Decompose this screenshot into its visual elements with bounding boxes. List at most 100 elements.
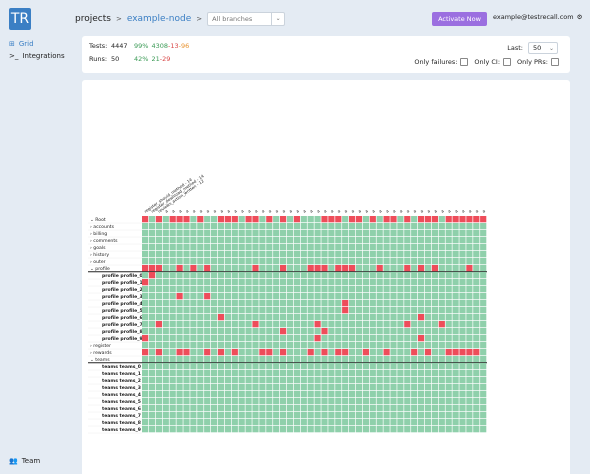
grid-cell-pass[interactable] (404, 356, 411, 363)
grid-cell-pass[interactable] (190, 370, 197, 377)
grid-cell-pass[interactable] (259, 370, 266, 377)
grid-cell-pass[interactable] (362, 300, 369, 307)
grid-cell-pass[interactable] (376, 363, 383, 370)
grid-cell-pass[interactable] (300, 419, 307, 426)
grid-cell-pass[interactable] (342, 251, 349, 258)
grid-cell-pass[interactable] (266, 293, 273, 300)
grid-cell-pass[interactable] (224, 251, 231, 258)
grid-cell-pass[interactable] (473, 223, 480, 230)
column-header[interactable]: a (357, 208, 362, 214)
grid-cell-pass[interactable] (369, 370, 376, 377)
grid-cell-pass[interactable] (300, 223, 307, 230)
grid-cell-pass[interactable] (307, 321, 314, 328)
grid-cell-pass[interactable] (197, 335, 204, 342)
grid-cell-fail[interactable] (445, 349, 452, 356)
grid-cell-pass[interactable] (169, 349, 176, 356)
grid-cell-pass[interactable] (321, 300, 328, 307)
grid-cell-pass[interactable] (349, 272, 356, 279)
grid-cell-pass[interactable] (473, 251, 480, 258)
grid-cell-pass[interactable] (197, 384, 204, 391)
grid-cell-pass[interactable] (300, 426, 307, 433)
grid-cell-fail[interactable] (349, 216, 356, 223)
grid-cell-pass[interactable] (300, 398, 307, 405)
grid-cell-pass[interactable] (342, 405, 349, 412)
grid-cell-pass[interactable] (404, 335, 411, 342)
grid-cell-pass[interactable] (438, 286, 445, 293)
grid-cell-pass[interactable] (286, 258, 294, 265)
grid-cell-pass[interactable] (245, 279, 252, 286)
group-row-label[interactable]: › history (90, 252, 109, 258)
test-row-label[interactable]: teams teams_3 (102, 385, 141, 391)
grid-cell-pass[interactable] (155, 293, 162, 300)
grid-cell-pass[interactable] (245, 377, 252, 384)
grid-cell-pass[interactable] (321, 426, 328, 433)
grid-cell-pass[interactable] (155, 391, 162, 398)
grid-cell-pass[interactable] (204, 391, 211, 398)
grid-cell-pass[interactable] (280, 314, 287, 321)
grid-cell-pass[interactable] (431, 356, 438, 363)
grid-cell-pass[interactable] (155, 307, 162, 314)
grid-cell-pass[interactable] (459, 370, 466, 377)
grid-cell-pass[interactable] (245, 349, 252, 356)
grid-cell-pass[interactable] (273, 216, 280, 223)
grid-cell-pass[interactable] (280, 391, 287, 398)
grid-cell-pass[interactable] (355, 286, 363, 293)
grid-cell-pass[interactable] (473, 279, 480, 286)
grid-cell-pass[interactable] (452, 391, 459, 398)
grid-cell-pass[interactable] (369, 237, 376, 244)
grid-cell-fail[interactable] (404, 321, 411, 328)
grid-cell-pass[interactable] (349, 419, 356, 426)
grid-cell-pass[interactable] (238, 251, 245, 258)
grid-cell-pass[interactable] (369, 356, 376, 363)
column-header[interactable]: a (281, 208, 286, 214)
grid-cell-pass[interactable] (266, 342, 273, 349)
grid-cell-pass[interactable] (190, 363, 197, 370)
grid-cell-pass[interactable] (238, 356, 245, 363)
grid-cell-pass[interactable] (169, 293, 176, 300)
grid-cell-pass[interactable] (411, 314, 418, 321)
grid-cell-fail[interactable] (266, 349, 273, 356)
grid-cell-pass[interactable] (273, 300, 280, 307)
grid-cell-pass[interactable] (321, 258, 328, 265)
grid-cell-pass[interactable] (390, 286, 397, 293)
grid-cell-pass[interactable] (418, 279, 425, 286)
grid-cell-pass[interactable] (266, 279, 273, 286)
grid-cell-pass[interactable] (397, 279, 404, 286)
grid-cell-pass[interactable] (376, 419, 383, 426)
grid-cell-pass[interactable] (183, 314, 190, 321)
grid-cell-pass[interactable] (266, 335, 273, 342)
grid-cell-pass[interactable] (231, 363, 238, 370)
grid-cell-pass[interactable] (411, 286, 418, 293)
grid-cell-pass[interactable] (217, 377, 225, 384)
grid-cell-pass[interactable] (238, 307, 245, 314)
grid-cell-pass[interactable] (307, 230, 314, 237)
grid-cell-pass[interactable] (321, 286, 328, 293)
grid-cell-pass[interactable] (204, 335, 211, 342)
grid-cell-fail[interactable] (142, 216, 149, 223)
grid-cell-pass[interactable] (286, 293, 294, 300)
grid-cell-pass[interactable] (183, 335, 190, 342)
grid-cell-pass[interactable] (169, 314, 176, 321)
grid-cell-pass[interactable] (204, 223, 211, 230)
grid-cell-pass[interactable] (459, 244, 466, 251)
grid-cell-pass[interactable] (480, 405, 487, 412)
filter-failures-checkbox[interactable] (460, 58, 469, 66)
grid-cell-pass[interactable] (217, 342, 225, 349)
grid-cell-pass[interactable] (162, 405, 169, 412)
grid-cell-pass[interactable] (335, 251, 342, 258)
grid-cell-pass[interactable] (148, 419, 156, 426)
grid-cell-pass[interactable] (411, 279, 418, 286)
grid-cell-pass[interactable] (314, 370, 321, 377)
grid-cell-pass[interactable] (273, 237, 280, 244)
grid-cell-pass[interactable] (293, 377, 300, 384)
grid-cell-pass[interactable] (176, 412, 183, 419)
grid-cell-pass[interactable] (314, 300, 321, 307)
grid-cell-pass[interactable] (390, 258, 397, 265)
grid-cell-pass[interactable] (142, 426, 149, 433)
grid-cell-pass[interactable] (424, 384, 432, 391)
grid-cell-pass[interactable] (204, 286, 211, 293)
grid-cell-pass[interactable] (355, 377, 363, 384)
grid-cell-pass[interactable] (259, 384, 266, 391)
grid-cell-pass[interactable] (224, 258, 231, 265)
grid-cell-pass[interactable] (142, 363, 149, 370)
